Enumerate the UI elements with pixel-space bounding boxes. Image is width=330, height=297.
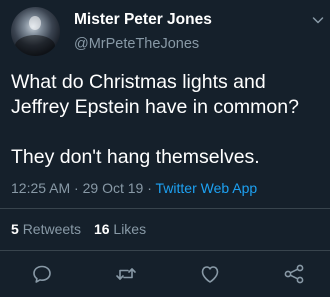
reply-icon <box>33 265 51 283</box>
tweet-text-line: What do Christmas lights and <box>11 71 266 93</box>
divider <box>0 208 330 209</box>
tweet-time[interactable]: 12:25 AM <box>11 180 70 196</box>
tweet-date[interactable]: 29 Oct 19 <box>83 180 144 196</box>
author-handle[interactable]: @MrPeteTheJones <box>74 36 199 52</box>
chevron-down-icon[interactable] <box>312 13 324 25</box>
tweet-text-line: Jeffrey Epstein have in common? <box>11 96 299 118</box>
share-icon <box>284 264 304 284</box>
retweets-stat[interactable]: 5 Retweets <box>11 221 81 237</box>
like-button[interactable] <box>198 262 222 286</box>
tweet-metadata: 12:25 AM · 29 Oct 19 · Twitter Web App <box>11 180 257 196</box>
likes-stat[interactable]: 16 Likes <box>94 221 146 237</box>
tweet-text: What do Christmas lights and Jeffrey Eps… <box>11 70 326 170</box>
engagement-stats: 5 Retweets 16 Likes <box>11 221 146 237</box>
retweet-icon <box>116 268 136 280</box>
retweets-label: Retweets <box>22 221 82 237</box>
share-button[interactable] <box>282 262 306 286</box>
avatar[interactable] <box>11 7 60 56</box>
tweet-source-link[interactable]: Twitter Web App <box>156 180 258 196</box>
likes-count: 16 <box>93 221 110 237</box>
tweet-actions <box>0 260 330 290</box>
tweet-text-line: They don't hang themselves. <box>11 146 260 168</box>
avatar-highlight <box>29 16 41 30</box>
heart-icon <box>201 266 219 283</box>
avatar-shade <box>15 35 55 56</box>
retweets-count: 5 <box>11 221 19 237</box>
likes-label: Likes <box>113 221 147 237</box>
tweet-detail: Mister Peter Jones @MrPeteTheJones What … <box>0 0 330 297</box>
tweet-text-gap <box>11 120 326 145</box>
author-display-name[interactable]: Mister Peter Jones <box>74 11 212 29</box>
reply-button[interactable] <box>30 262 54 286</box>
retweet-button[interactable] <box>114 262 138 286</box>
divider <box>0 250 330 251</box>
meta-separator: · <box>74 180 79 196</box>
meta-separator: · <box>147 180 152 196</box>
